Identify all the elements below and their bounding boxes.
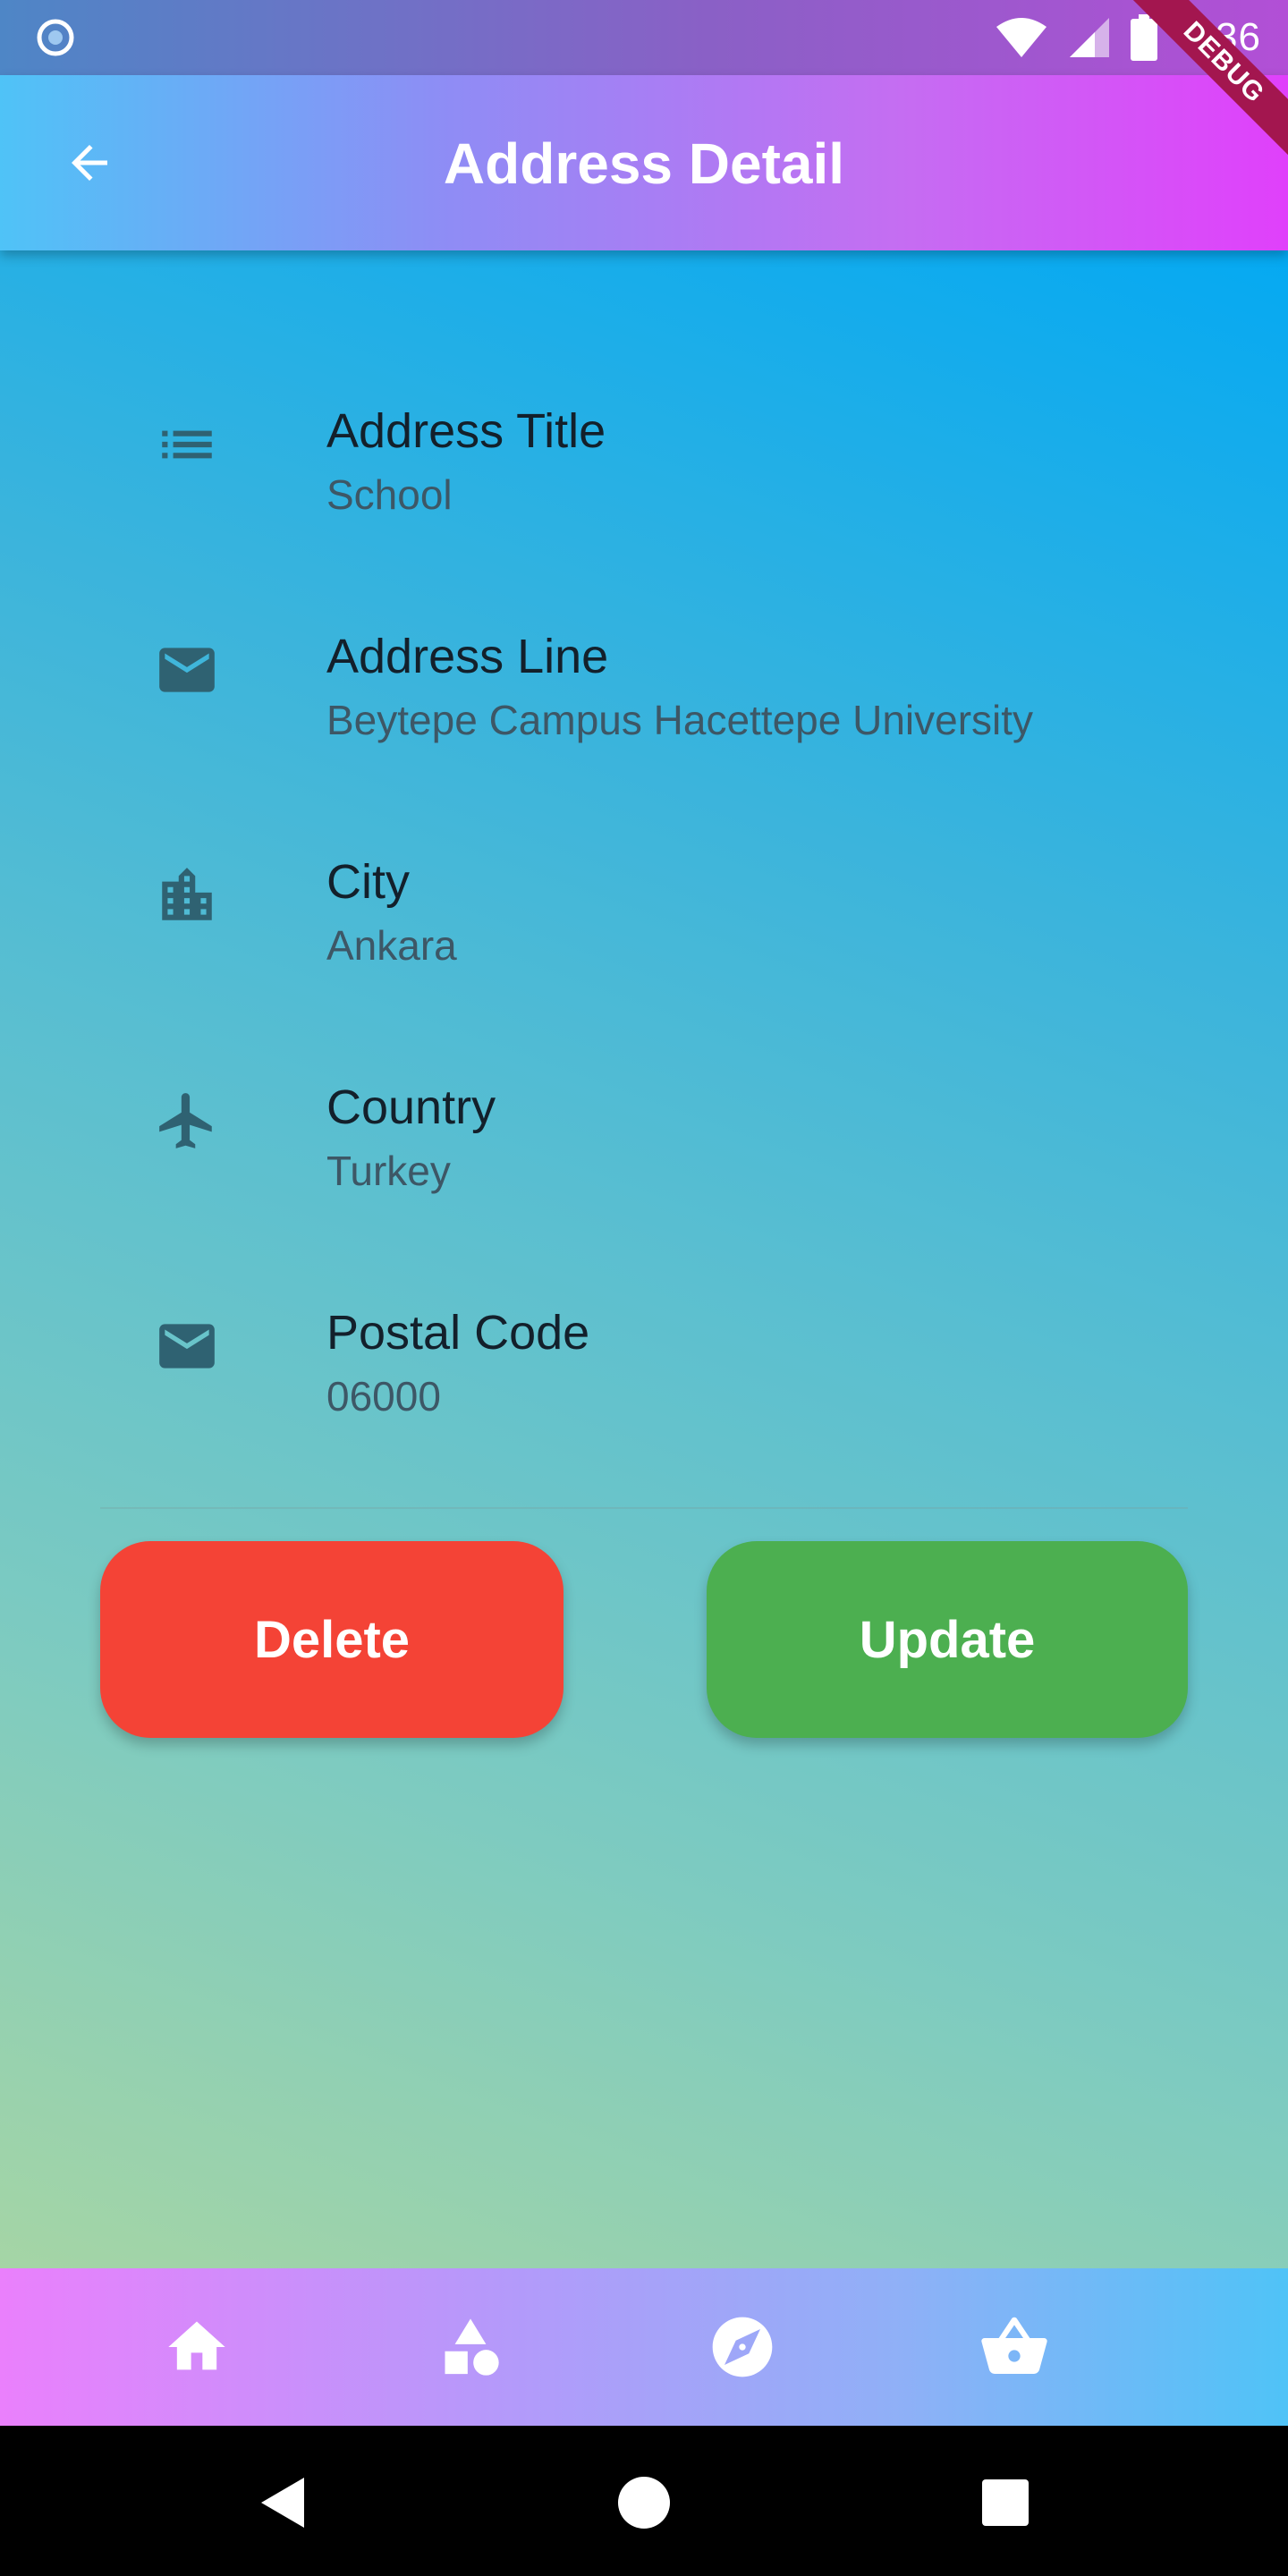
signal-icon [1070, 18, 1110, 57]
nav-home[interactable] [156, 2306, 238, 2388]
basket-icon [981, 2317, 1047, 2374]
category-icon [445, 2318, 499, 2376]
home-icon [168, 2321, 225, 2370]
system-home-button[interactable] [606, 2465, 682, 2540]
nav-explore[interactable] [701, 2306, 784, 2388]
mail-icon [159, 1324, 215, 1368]
page-title: Address Detail [443, 131, 845, 196]
triangle-back-icon [261, 2478, 304, 2528]
detail-label: Postal Code [326, 1306, 590, 1360]
mail-icon [159, 648, 215, 692]
nav-basket[interactable] [973, 2306, 1055, 2388]
system-navigation-bar [0, 2426, 1288, 2576]
airplane-icon [159, 1093, 212, 1148]
detail-row-postal-code: Postal Code 06000 [0, 1306, 1288, 1449]
system-recents-button[interactable] [968, 2465, 1043, 2540]
detail-row-address-title: Address Title School [0, 404, 1288, 547]
status-time: 1:36 [1181, 15, 1261, 59]
detail-label: Address Line [326, 630, 609, 683]
update-button[interactable]: Update [707, 1541, 1188, 1738]
status-bar: 1:36 [0, 0, 1288, 75]
detail-label: Address Title [326, 404, 606, 458]
detail-value: School [326, 471, 453, 518]
detail-label: Country [326, 1080, 496, 1134]
city-icon [162, 868, 212, 920]
list-icon [162, 430, 212, 459]
divider [100, 1507, 1188, 1509]
detail-row-address-line: Address Line Beytepe Campus Hacettepe Un… [0, 630, 1288, 773]
detail-value: Turkey [326, 1148, 451, 1194]
nav-category[interactable] [429, 2306, 512, 2388]
detail-value: 06000 [326, 1373, 441, 1419]
detail-row-country: Country Turkey [0, 1080, 1288, 1224]
detail-label: City [326, 855, 410, 909]
battery-icon [1131, 14, 1158, 61]
detail-value: Beytepe Campus Hacettepe University [326, 697, 1034, 743]
delete-button[interactable]: Delete [100, 1541, 564, 1738]
app-bar: Address Detail [0, 75, 1288, 250]
address-detail-content: Address Title School Address Line Beytep… [0, 250, 1288, 2268]
notification-icon [37, 19, 74, 56]
wifi-icon [996, 18, 1047, 57]
square-recents-icon [982, 2479, 1029, 2526]
detail-value: Ankara [326, 922, 457, 969]
explore-icon [712, 2317, 773, 2377]
circle-home-icon [618, 2477, 670, 2529]
system-back-button[interactable] [245, 2465, 320, 2540]
detail-row-city: City Ankara [0, 855, 1288, 998]
bottom-navigation [0, 2268, 1288, 2426]
